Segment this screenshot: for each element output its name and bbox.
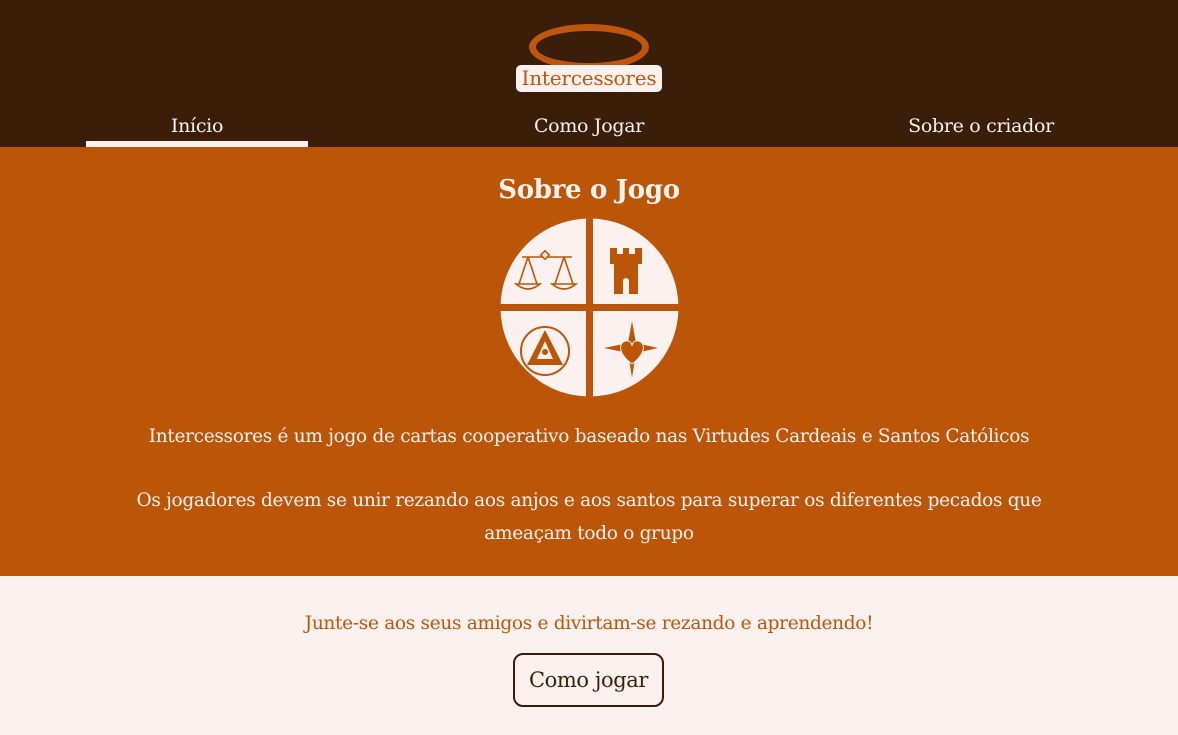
logo-text: Intercessores (516, 65, 662, 92)
about-section: Sobre o Jogo Intercessores é um jogo de … (0, 147, 1178, 576)
logo[interactable]: Intercessores (516, 24, 662, 94)
how-to-play-button[interactable]: Como jogar (513, 653, 664, 707)
cta-text: Junte-se aos seus amigos e divirtam-se r… (304, 613, 874, 634)
site-header: Intercessores Início Como Jogar Sobre o … (0, 0, 1178, 147)
virtues-emblem (500, 218, 679, 397)
nav-item-como-jogar[interactable]: Como Jogar (478, 112, 700, 147)
about-title: Sobre o Jogo (498, 175, 680, 205)
nav-item-sobre-o-criador[interactable]: Sobre o criador (870, 112, 1092, 147)
nav-item-inicio[interactable]: Início (86, 112, 308, 147)
about-paragraph-2: Os jogadores devem se unir rezando aos a… (136, 490, 1042, 544)
halo-icon (529, 24, 649, 70)
about-paragraph-1: Intercessores é um jogo de cartas cooper… (148, 426, 1030, 447)
